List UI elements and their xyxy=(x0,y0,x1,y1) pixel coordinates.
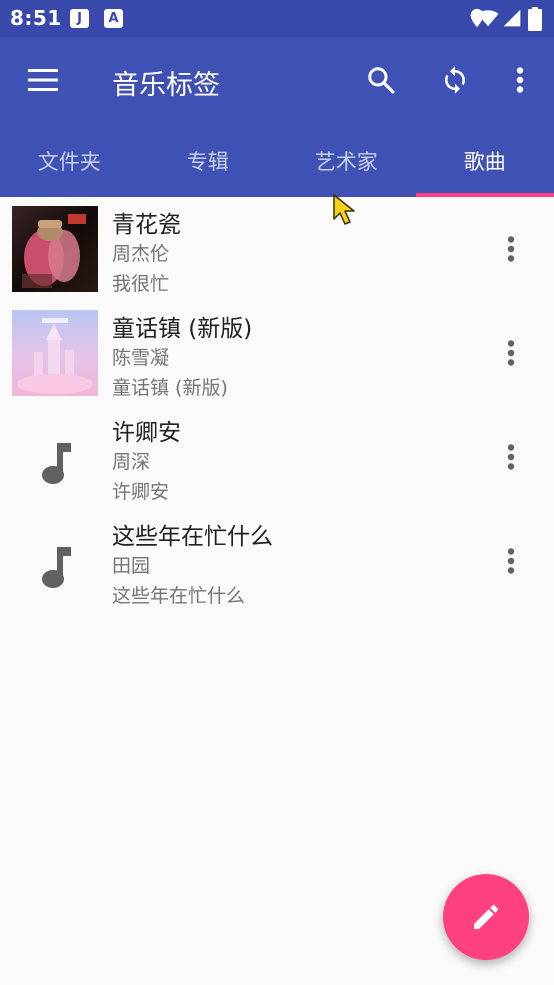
edit-fab-button[interactable] xyxy=(443,874,529,960)
search-button[interactable] xyxy=(356,55,406,105)
song-title: 这些年在忙什么 xyxy=(112,524,273,550)
hamburger-menu-icon xyxy=(28,69,58,91)
notification-app-icon: J xyxy=(70,9,89,28)
tab-albums[interactable]: 专辑 xyxy=(139,125,278,197)
status-bar: 8:51 J A xyxy=(0,0,554,37)
music-note-icon xyxy=(42,547,71,588)
screen: 8:51 J A 音乐标签 文件夹 专辑 艺术家 歌曲 青花瓷 周杰伦 我很忙 … xyxy=(0,0,554,985)
song-artist: 田园 xyxy=(112,555,151,577)
sync-button[interactable] xyxy=(430,55,480,105)
mouse-cursor-icon xyxy=(333,194,355,225)
album-cover xyxy=(12,310,98,396)
more-vertical-icon xyxy=(507,444,515,470)
song-row[interactable]: 青花瓷 周杰伦 我很忙 xyxy=(0,197,554,301)
song-title: 许卿安 xyxy=(112,420,181,446)
song-row[interactable]: 这些年在忙什么 田园 这些年在忙什么 xyxy=(0,509,554,613)
song-more-button[interactable] xyxy=(494,435,528,479)
music-note-icon xyxy=(42,443,71,484)
battery-icon xyxy=(528,7,542,31)
tab-bar: 文件夹 专辑 艺术家 歌曲 xyxy=(0,125,554,197)
song-more-button[interactable] xyxy=(494,227,528,271)
song-artist: 周杰伦 xyxy=(112,243,170,265)
tab-label: 文件夹 xyxy=(37,150,101,174)
app-title: 音乐标签 xyxy=(112,70,220,101)
app-bar: 音乐标签 文件夹 专辑 艺术家 歌曲 xyxy=(0,37,554,197)
signal-icon xyxy=(503,9,521,27)
song-artist: 周深 xyxy=(112,451,151,473)
tab-folders[interactable]: 文件夹 xyxy=(0,125,139,197)
song-list: 青花瓷 周杰伦 我很忙 童话镇 (新版) 陈雪凝 童话镇 (新版) 许卿安 周深… xyxy=(0,197,554,613)
more-vertical-icon xyxy=(507,236,515,262)
overflow-menu-button[interactable] xyxy=(500,55,540,105)
menu-button[interactable] xyxy=(18,55,68,105)
search-icon xyxy=(368,67,395,94)
song-album: 这些年在忙什么 xyxy=(112,585,246,607)
more-vertical-icon xyxy=(507,340,515,366)
song-more-button[interactable] xyxy=(494,539,528,583)
song-album: 童话镇 (新版) xyxy=(112,377,228,399)
tab-label: 专辑 xyxy=(186,150,229,174)
tab-label: 艺术家 xyxy=(314,150,378,174)
more-vertical-icon xyxy=(507,548,515,574)
more-vertical-icon xyxy=(516,67,524,93)
song-artist: 陈雪凝 xyxy=(112,347,170,369)
song-row[interactable]: 许卿安 周深 许卿安 xyxy=(0,405,554,509)
tab-label: 歌曲 xyxy=(463,150,506,174)
album-cover xyxy=(12,206,98,292)
song-title: 童话镇 (新版) xyxy=(112,316,253,342)
tab-artists[interactable]: 艺术家 xyxy=(277,125,416,197)
notification-app-icon: A xyxy=(104,9,123,28)
edit-pencil-icon xyxy=(474,904,499,929)
song-title: 青花瓷 xyxy=(112,212,181,238)
song-row[interactable]: 童话镇 (新版) 陈雪凝 童话镇 (新版) xyxy=(0,301,554,405)
tab-songs[interactable]: 歌曲 xyxy=(415,125,554,197)
wifi-icon xyxy=(477,10,499,27)
sync-icon xyxy=(445,66,465,94)
status-time: 8:51 xyxy=(10,6,62,30)
song-more-button[interactable] xyxy=(494,331,528,375)
song-album: 许卿安 xyxy=(112,481,170,503)
song-album: 我很忙 xyxy=(112,273,170,295)
